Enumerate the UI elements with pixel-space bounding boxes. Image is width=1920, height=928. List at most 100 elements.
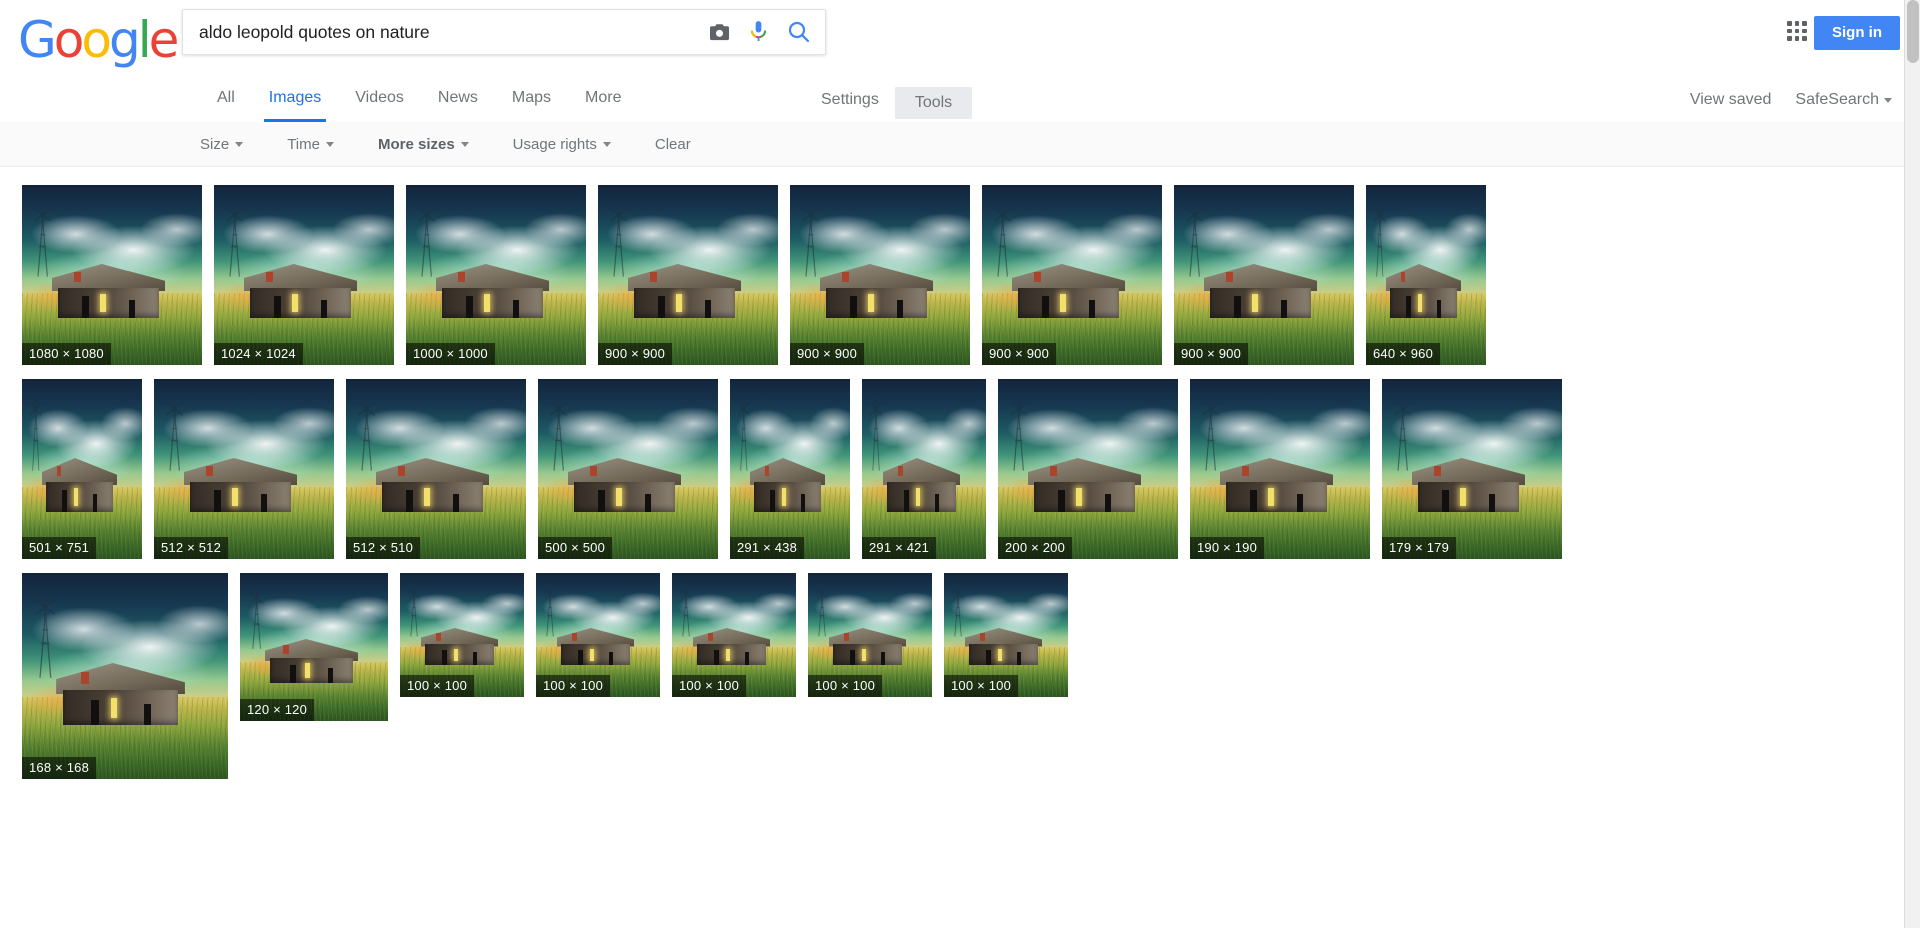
image-dimensions-label: 501 × 751	[22, 537, 96, 559]
camera-icon[interactable]	[709, 23, 730, 42]
apps-dot	[1787, 36, 1792, 41]
image-result-tile[interactable]: 100 × 100	[808, 573, 932, 697]
windmill-icon	[816, 585, 829, 637]
filter-size-label: Size	[200, 135, 230, 153]
farmhouse	[56, 663, 185, 725]
filter-size[interactable]: Size	[200, 135, 244, 153]
search-input[interactable]	[183, 10, 709, 54]
image-result-tile[interactable]: 291 × 421	[862, 379, 986, 559]
image-result-tile[interactable]: 100 × 100	[536, 573, 660, 697]
house-body	[58, 287, 159, 318]
lit-window	[100, 293, 107, 312]
image-result-tile[interactable]: 291 × 438	[730, 379, 850, 559]
side-doorway	[1296, 494, 1303, 512]
image-result-tile[interactable]: 100 × 100	[400, 573, 524, 697]
lit-window	[589, 648, 594, 661]
image-result-tile[interactable]: 1024 × 1024	[214, 185, 394, 365]
chimney	[74, 271, 82, 283]
house-body	[561, 644, 630, 665]
tab-videos[interactable]: Videos	[338, 78, 421, 122]
lit-window	[782, 487, 787, 506]
sign-in-button[interactable]: Sign in	[1814, 16, 1900, 50]
image-result-tile[interactable]: 168 × 168	[22, 573, 228, 779]
settings-button[interactable]: Settings	[805, 78, 895, 122]
farmhouse	[1203, 264, 1318, 318]
house-body	[887, 481, 956, 512]
side-doorway	[1436, 300, 1441, 318]
image-result-tile[interactable]: 640 × 960	[1366, 185, 1486, 365]
image-result-tile[interactable]: 500 × 500	[538, 379, 718, 559]
image-result-tile[interactable]: 179 × 179	[1382, 379, 1562, 559]
image-result-tile[interactable]: 900 × 900	[982, 185, 1162, 365]
image-results-row: 168 × 168 120 × 120 100 × 100 100 × 100 …	[0, 573, 1920, 779]
image-dimensions-label: 100 × 100	[536, 675, 610, 697]
scrollbar-thumb[interactable]	[1907, 0, 1919, 63]
apps-dot	[1794, 36, 1800, 41]
view-saved-link[interactable]: View saved	[1690, 91, 1772, 109]
filter-usage-rights[interactable]: Usage rights	[513, 136, 611, 153]
filter-clear[interactable]: Clear	[655, 136, 691, 153]
filter-time[interactable]: Time	[287, 136, 334, 153]
safesearch-dropdown[interactable]: SafeSearch	[1795, 91, 1892, 109]
image-result-tile[interactable]: 900 × 900	[598, 185, 778, 365]
image-result-tile[interactable]: 100 × 100	[944, 573, 1068, 697]
lit-window	[1060, 293, 1067, 312]
windmill-icon	[166, 396, 184, 472]
thumbnail-scene	[538, 379, 718, 559]
image-result-tile[interactable]: 900 × 900	[1174, 185, 1354, 365]
image-result-tile[interactable]: 512 × 512	[154, 379, 334, 559]
tab-all[interactable]: All	[200, 78, 252, 122]
chimney	[708, 633, 713, 641]
apps-dot	[1787, 28, 1792, 34]
side-doorway	[896, 300, 903, 318]
search-box[interactable]	[182, 9, 826, 55]
filter-clear-label: Clear	[654, 135, 691, 153]
image-result-tile[interactable]: 100 × 100	[672, 573, 796, 697]
tab-maps[interactable]: Maps	[495, 78, 568, 122]
image-result-tile[interactable]: 1000 × 1000	[406, 185, 586, 365]
farmhouse	[1411, 458, 1526, 512]
google-logo[interactable]: Google	[18, 11, 179, 69]
doorway	[214, 490, 222, 512]
tab-images[interactable]: Images	[252, 78, 338, 122]
thumbnail-scene	[406, 185, 586, 365]
apps-grid-icon[interactable]	[1784, 18, 1810, 44]
tab-more[interactable]: More	[568, 78, 638, 122]
doorway	[1234, 296, 1242, 318]
doorway	[658, 296, 666, 318]
tools-button[interactable]: Tools	[894, 86, 973, 119]
thumbnail-scene	[790, 185, 970, 365]
search-submit-icon[interactable]	[787, 20, 811, 44]
logo-letter-l: l	[137, 11, 152, 69]
farmhouse	[627, 264, 742, 318]
apps-dot	[1802, 21, 1807, 26]
tab-news[interactable]: News	[421, 78, 495, 122]
image-result-tile[interactable]: 200 × 200	[998, 379, 1178, 559]
thumbnail-scene	[982, 185, 1162, 365]
filter-more-sizes[interactable]: More sizes	[378, 136, 469, 153]
image-result-tile[interactable]: 1080 × 1080	[22, 185, 202, 365]
image-dimensions-label: 291 × 438	[730, 537, 804, 559]
side-doorway	[1017, 652, 1022, 665]
farmhouse	[819, 264, 934, 318]
page-scrollbar[interactable]	[1904, 0, 1920, 928]
image-result-tile[interactable]: 512 × 510	[346, 379, 526, 559]
thumbnail-scene	[1174, 185, 1354, 365]
farmhouse	[51, 264, 166, 318]
image-result-tile[interactable]: 900 × 900	[790, 185, 970, 365]
chimney	[572, 633, 577, 641]
image-result-tile[interactable]: 501 × 751	[22, 379, 142, 559]
image-dimensions-label: 200 × 200	[998, 537, 1072, 559]
image-result-tile[interactable]: 120 × 120	[240, 573, 388, 721]
image-result-tile[interactable]: 190 × 190	[1190, 379, 1370, 559]
search-vertical-tabs: All Images Videos News Maps More	[200, 78, 638, 122]
chimney	[590, 465, 598, 477]
chevron-down-icon	[1884, 97, 1892, 103]
farmhouse	[1027, 458, 1142, 512]
chimney	[1400, 271, 1406, 283]
doorway	[289, 665, 296, 683]
windmill-icon	[802, 202, 820, 278]
microphone-icon[interactable]	[750, 20, 767, 45]
chimney	[650, 271, 658, 283]
side-doorway	[881, 652, 886, 665]
